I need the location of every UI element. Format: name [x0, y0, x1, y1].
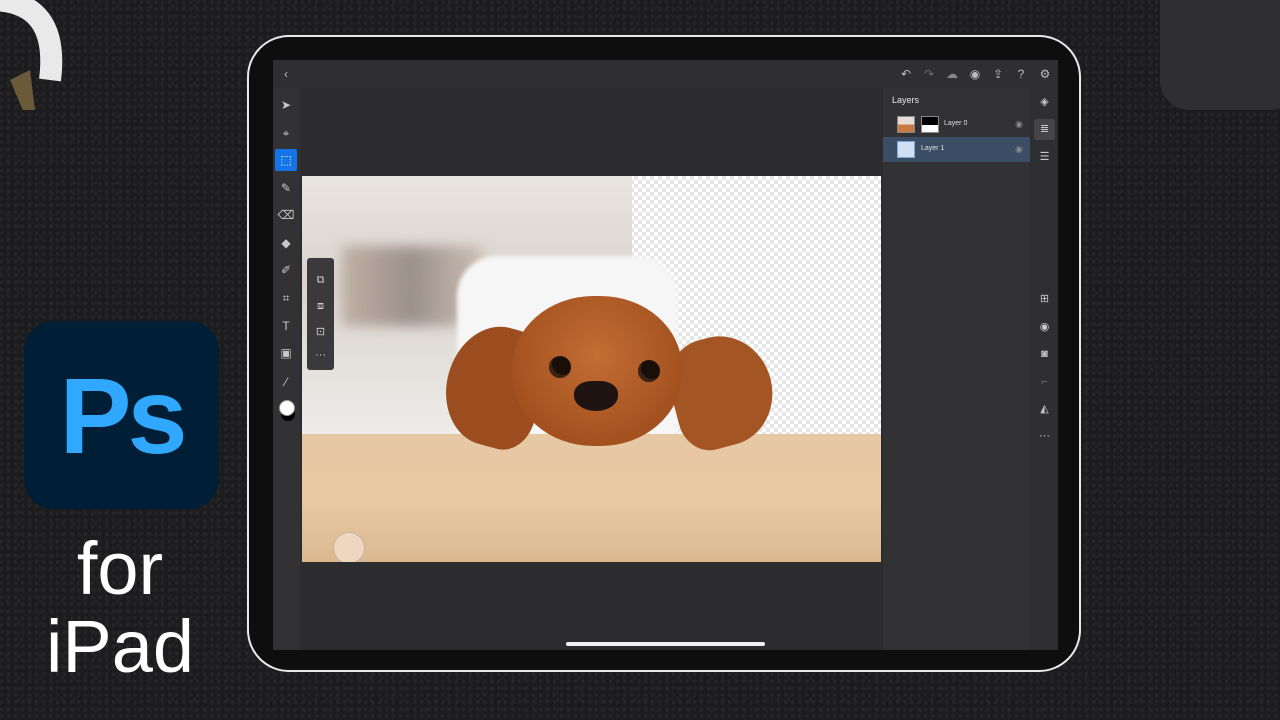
dog-left-eye [549, 356, 571, 378]
eyedropper-healing-icon[interactable]: ✐ [275, 259, 297, 281]
more-options-icon[interactable]: ··· [312, 347, 329, 364]
layer-row-1[interactable]: Layer 1 ◉ [883, 137, 1030, 162]
caption-for: for [76, 527, 164, 610]
marquee-select-icon[interactable]: ⬚ [275, 149, 297, 171]
right-icon-strip: ◈ ≣ ☰ ⊞ ◉ ◙ ⌐ ◭ ··· [1031, 88, 1058, 650]
fill-opacity-icon[interactable]: ◭ [1034, 399, 1055, 420]
adjustments-icon[interactable]: ☰ [1034, 147, 1055, 168]
visibility-eye-icon[interactable]: ◉ [1015, 119, 1023, 130]
layer-row-0[interactable]: Layer 0 ◉ [883, 112, 1030, 137]
cloud-icon[interactable]: ☁ [944, 66, 960, 82]
more-icon[interactable]: ··· [1034, 426, 1055, 447]
foreground-color-swatch[interactable] [279, 400, 295, 416]
dog-nose [574, 381, 618, 411]
fill-icon[interactable]: ◆ [275, 232, 297, 254]
top-bar: ‹ ↶ ↷ ☁ ◉ ⇪ ? ⚙ [273, 60, 1058, 88]
visibility-eye-icon[interactable]: ◉ [1015, 144, 1023, 155]
settings-icon[interactable]: ⚙ [1037, 66, 1053, 82]
place-image-icon[interactable]: ▣ [275, 342, 297, 364]
layer-name: Layer 0 [944, 120, 968, 127]
layers-title: Layers [892, 95, 920, 105]
crop-icon[interactable]: ⌗ [275, 287, 297, 309]
undo-icon[interactable]: ↶ [898, 66, 914, 82]
selection-intersect-icon[interactable]: ⊡ [312, 324, 329, 341]
visibility-icon[interactable]: ◉ [1034, 317, 1055, 338]
touch-cursor [333, 532, 365, 562]
home-indicator [566, 642, 765, 646]
mug-decoration [0, 0, 63, 110]
help-icon[interactable]: ? [1013, 66, 1029, 82]
selection-add-icon[interactable]: ⧉ [312, 272, 329, 289]
share-icon[interactable]: ⇪ [990, 66, 1006, 82]
move-icon[interactable]: ➤ [275, 94, 297, 116]
person-icon[interactable]: ◉ [967, 66, 983, 82]
type-icon[interactable]: T [275, 315, 297, 337]
clip-icon[interactable]: ⌐ [1034, 372, 1055, 393]
layers-panel-icon[interactable]: ≣ [1034, 119, 1055, 140]
logo-text: Ps [59, 354, 187, 476]
transform-icon[interactable]: ⌖ [275, 122, 297, 144]
speaker-decoration [1160, 0, 1280, 110]
mask-icon[interactable]: ◙ [1034, 344, 1055, 365]
layer-thumbnail [897, 116, 915, 133]
selection-options-panel: ⧉ ⧈ ⊡ ··· [307, 258, 334, 370]
eyedropper-icon[interactable]: ⁄ [275, 371, 297, 393]
layer-thumbnail [897, 141, 915, 158]
app-screen: ‹ ↶ ↷ ☁ ◉ ⇪ ? ⚙ ➤ ⌖ ⬚ ✎ ⌫ ◆ ✐ ⌗ T ▣ ⁄ ⧉ … [273, 60, 1058, 650]
redo-icon[interactable]: ↷ [921, 66, 937, 82]
document-canvas[interactable] [302, 176, 881, 562]
caption-ipad: iPad [45, 605, 195, 688]
brush-icon[interactable]: ✎ [275, 177, 297, 199]
add-layer-icon[interactable]: ⊞ [1034, 289, 1055, 310]
layers-panel: Layers Layer 0 ◉ Layer 1 ◉ [883, 88, 1030, 650]
back-chevron-icon[interactable]: ‹ [278, 66, 294, 82]
photoshop-logo: Ps [24, 321, 219, 509]
layer-mask-thumbnail [921, 116, 939, 133]
mask-shape [922, 117, 938, 125]
eraser-icon[interactable]: ⌫ [275, 204, 297, 226]
dog-right-eye [638, 360, 660, 382]
layer-name: Layer 1 [921, 145, 945, 152]
left-toolbar: ➤ ⌖ ⬚ ✎ ⌫ ◆ ✐ ⌗ T ▣ ⁄ [273, 88, 300, 650]
layer-stack-icon[interactable]: ◈ [1034, 92, 1055, 113]
selection-subtract-icon[interactable]: ⧈ [312, 298, 329, 315]
wooden-table [302, 434, 881, 562]
